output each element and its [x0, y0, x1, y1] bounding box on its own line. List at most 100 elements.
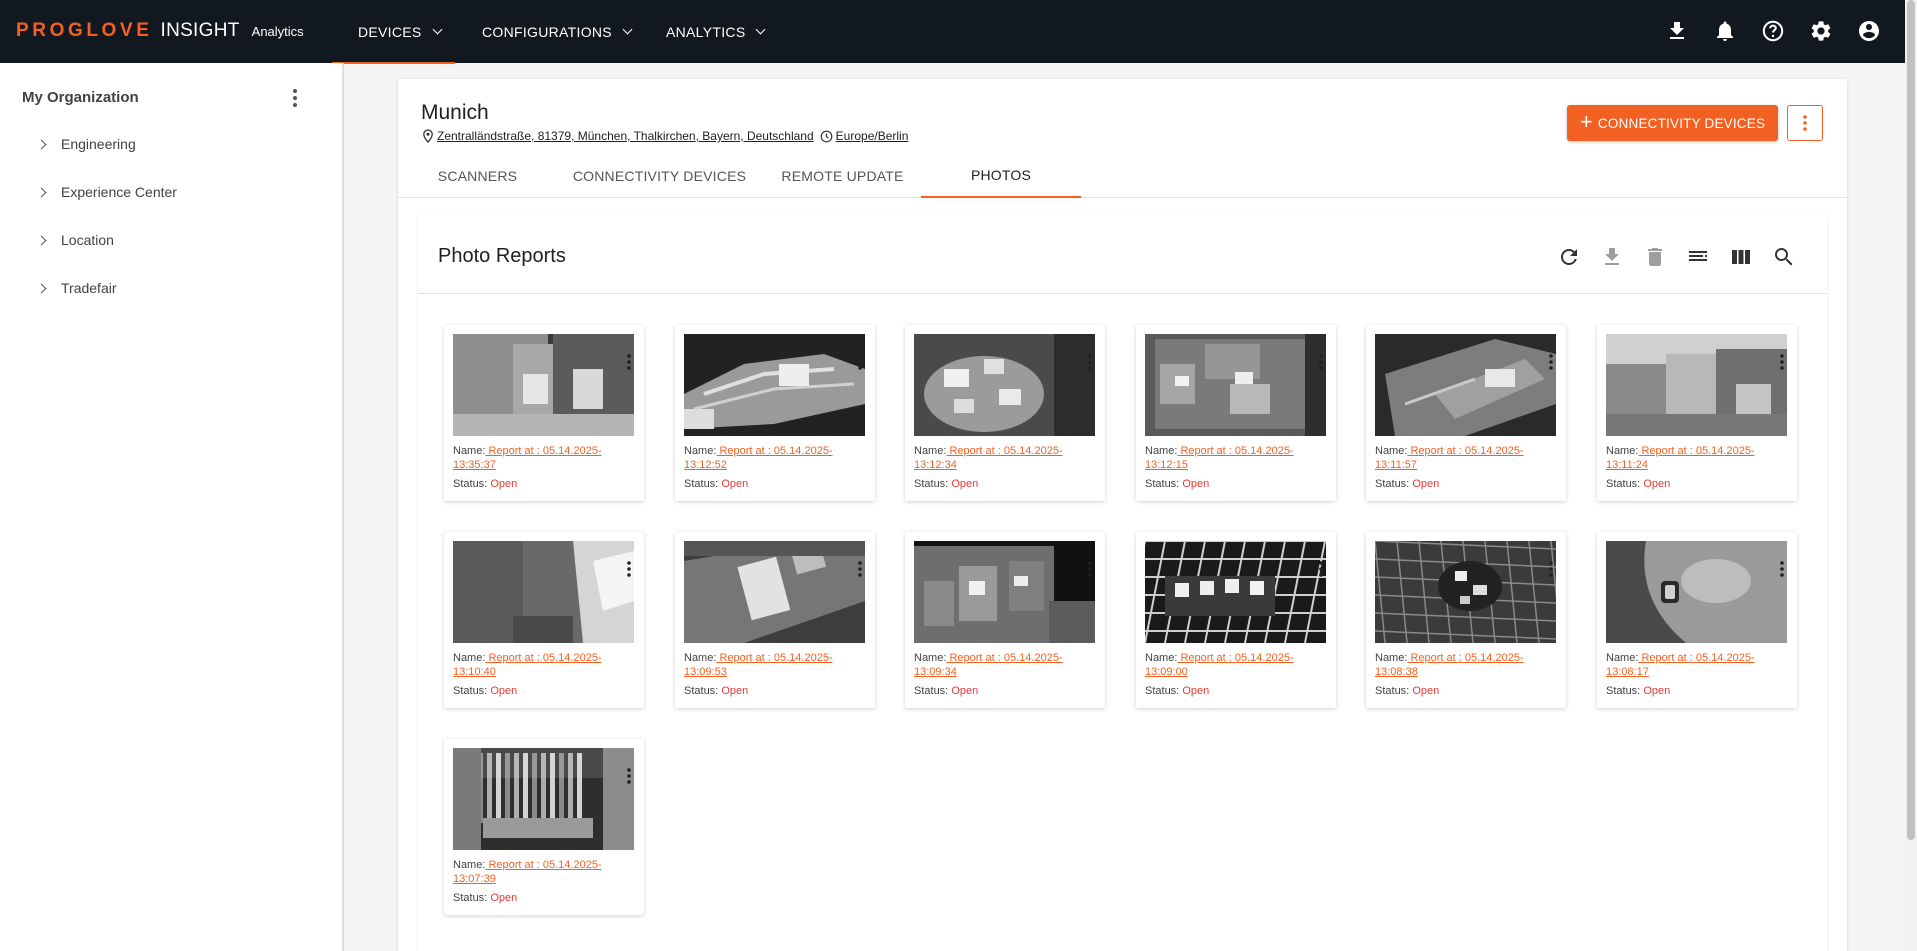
sidebar-item-tradefair[interactable]: Tradefair [36, 276, 117, 300]
photo-status-label: Status: [453, 685, 488, 697]
more-vert-icon[interactable] [626, 767, 632, 785]
more-vert-icon[interactable] [1548, 353, 1554, 371]
more-vert-icon[interactable] [1779, 560, 1785, 578]
nav-devices[interactable]: DEVICES [358, 0, 443, 63]
photo-card[interactable]: Name: Report at : 05.14.2025-13:11:57 Sta… [1366, 325, 1566, 501]
photo-card[interactable]: Name: Report at : 05.14.2025-13:09:00 Sta… [1136, 532, 1336, 708]
photo-status: Status: Open [684, 478, 748, 490]
sidebar-item-engineering[interactable]: Engineering [36, 132, 136, 156]
more-vert-icon[interactable] [285, 87, 305, 109]
nav-configurations[interactable]: CONFIGURATIONS [482, 0, 633, 63]
more-vert-icon[interactable] [1548, 560, 1554, 578]
nav-configurations-label: CONFIGURATIONS [482, 23, 612, 40]
filter-list-icon[interactable] [1686, 245, 1710, 269]
location-details: Zentralländstraße, 81379, München, Thalk… [422, 129, 908, 143]
more-vert-icon[interactable] [857, 560, 863, 578]
tab-scanners[interactable]: SCANNERS [398, 154, 557, 198]
help-icon[interactable] [1761, 19, 1785, 43]
brand-logo[interactable]: PROGLOVE INSIGHT Analytics [16, 20, 304, 42]
photo-card[interactable]: Name: Report at : 05.14.2025-13:09:53 Sta… [675, 532, 875, 708]
photo-card[interactable]: Name: Report at : 05.14.2025-13:07:39 Sta… [444, 739, 644, 915]
tab-remote-update[interactable]: REMOTE UPDATE [762, 154, 923, 198]
photo-thumbnail[interactable] [914, 334, 1095, 436]
sidebar-item-location[interactable]: Location [36, 228, 114, 252]
more-vert-icon[interactable] [857, 353, 863, 371]
brand-product: Analytics [251, 24, 304, 39]
photo-thumbnail[interactable] [1145, 541, 1326, 643]
photo-card[interactable]: Name: Report at : 05.14.2025-13:12:15 Sta… [1136, 325, 1336, 501]
status-badge: Open [1643, 685, 1671, 697]
photo-thumbnail[interactable] [914, 541, 1095, 643]
photo-status: Status: Open [453, 685, 517, 697]
photo-status: Status: Open [1145, 685, 1209, 697]
photo-status-label: Status: [684, 478, 719, 490]
status-badge: Open [951, 478, 979, 490]
more-vert-icon[interactable] [626, 560, 632, 578]
photo-thumbnail[interactable] [684, 334, 865, 436]
photo-card[interactable]: Name: Report at : 05.14.2025-13:08:17 Sta… [1597, 532, 1797, 708]
nav-devices-label: DEVICES [358, 23, 422, 40]
photo-thumbnail[interactable] [1375, 541, 1556, 643]
nav-analytics[interactable]: ANALYTICS [666, 0, 766, 63]
photo-thumbnail[interactable] [1375, 334, 1556, 436]
chevron-right-icon[interactable] [36, 139, 47, 149]
more-vert-icon[interactable] [1087, 560, 1093, 578]
photo-card[interactable]: Name: Report at : 05.14.2025-13:10:40 Sta… [444, 532, 644, 708]
columns-icon[interactable] [1729, 245, 1753, 269]
more-vert-icon[interactable] [626, 353, 632, 371]
gear-icon[interactable] [1809, 19, 1833, 43]
photo-card[interactable]: Name: Report at : 05.14.2025-13:12:34 Sta… [905, 325, 1105, 501]
chevron-right-icon[interactable] [36, 283, 47, 293]
photo-name-label: Name: [684, 445, 717, 457]
tab-bar: SCANNERS CONNECTIVITY DEVICES REMOTE UPD… [398, 154, 1847, 198]
photo-name-label: Name: [453, 445, 486, 457]
status-badge: Open [951, 685, 979, 697]
photo-thumbnail[interactable] [1606, 334, 1787, 436]
chevron-right-icon[interactable] [36, 187, 47, 197]
photo-name-label: Name: [914, 445, 947, 457]
photo-thumbnail[interactable] [1145, 334, 1326, 436]
photo-name: Name: Report at : 05.14.2025-13:09:53 [684, 652, 866, 679]
search-icon[interactable] [1772, 245, 1796, 269]
photo-card[interactable]: Name: Report at : 05.14.2025-13:09:34 Sta… [905, 532, 1105, 708]
page-scrollbar[interactable] [1905, 0, 1917, 951]
photo-name: Name: Report at : 05.14.2025-13:12:52 [684, 445, 866, 472]
status-badge: Open [721, 478, 749, 490]
download-icon[interactable] [1665, 19, 1689, 43]
bell-icon[interactable] [1713, 19, 1737, 43]
photo-name-label: Name: [1375, 652, 1408, 664]
chevron-right-icon[interactable] [36, 235, 47, 245]
tab-connectivity-devices[interactable]: CONNECTIVITY DEVICES [557, 154, 762, 198]
photo-name: Name: Report at : 05.14.2025-13:12:34 [914, 445, 1096, 472]
more-vert-icon[interactable] [1318, 560, 1324, 578]
photo-thumbnail[interactable] [453, 541, 634, 643]
more-actions-button[interactable] [1787, 105, 1823, 141]
add-connectivity-devices-button[interactable]: + CONNECTIVITY DEVICES [1567, 105, 1778, 141]
tab-photos[interactable]: PHOTOS [921, 154, 1081, 198]
photo-name-label: Name: [453, 652, 486, 664]
photo-thumbnail[interactable] [453, 748, 634, 850]
photo-thumbnail[interactable] [453, 334, 634, 436]
photo-thumbnail[interactable] [684, 541, 865, 643]
photo-status: Status: Open [684, 685, 748, 697]
organization-title[interactable]: My Organization [22, 89, 139, 106]
nav-analytics-label: ANALYTICS [666, 23, 746, 40]
photo-thumbnail[interactable] [1606, 541, 1787, 643]
photo-card[interactable]: Name: Report at : 05.14.2025-13:11:24 Sta… [1597, 325, 1797, 501]
location-pin-icon [423, 129, 433, 143]
photo-card[interactable]: Name: Report at : 05.14.2025-13:08:38 Sta… [1366, 532, 1566, 708]
address-link[interactable]: Zentralländstraße, 81379, München, Thalk… [437, 129, 814, 143]
delete-icon[interactable] [1643, 245, 1667, 269]
sidebar-item-experience-center[interactable]: Experience Center [36, 180, 177, 204]
scrollbar-thumb[interactable] [1907, 0, 1915, 840]
download-icon[interactable] [1600, 245, 1624, 269]
timezone-link[interactable]: Europe/Berlin [836, 129, 909, 143]
photo-card[interactable]: Name: Report at : 05.14.2025-13:12:52 Sta… [675, 325, 875, 501]
photo-reports-panel: Photo Reports Name: Report at : 05.14.20… [418, 215, 1827, 951]
photo-card[interactable]: Name: Report at : 05.14.2025-13:35:37 Sta… [444, 325, 644, 501]
more-vert-icon[interactable] [1779, 353, 1785, 371]
account-icon[interactable] [1857, 19, 1881, 43]
more-vert-icon[interactable] [1318, 353, 1324, 371]
refresh-icon[interactable] [1557, 245, 1581, 269]
more-vert-icon[interactable] [1087, 353, 1093, 371]
